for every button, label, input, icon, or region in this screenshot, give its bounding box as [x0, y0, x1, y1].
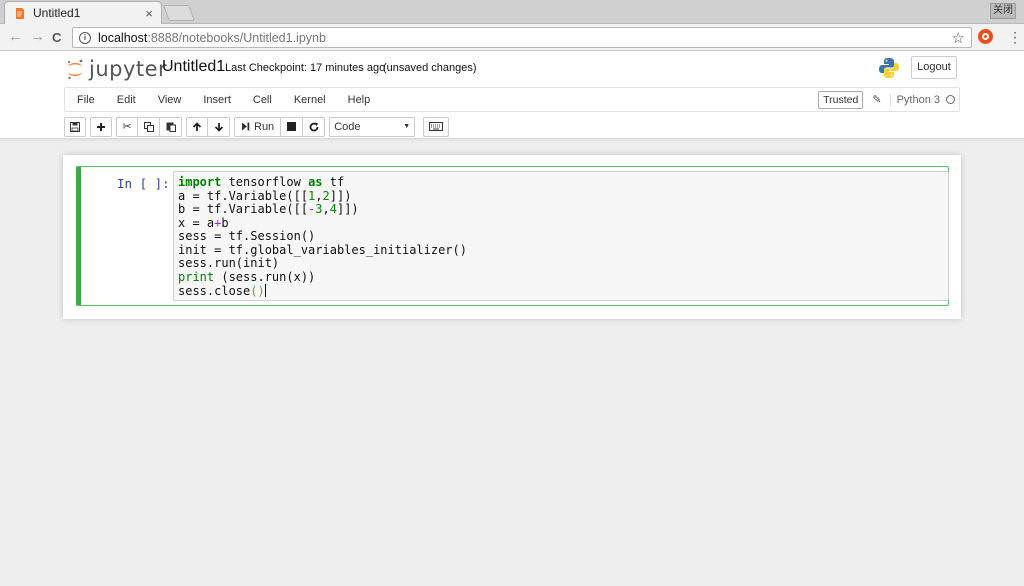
text-cursor	[264, 284, 266, 297]
kernel-indicator-area: Trusted ✎ Python 3	[818, 88, 959, 111]
menu-insert[interactable]: Insert	[192, 94, 242, 106]
refresh-icon	[309, 122, 319, 131]
restart-button[interactable]	[303, 116, 326, 137]
bookmark-star-icon[interactable]: ☆	[952, 29, 965, 47]
paste-button[interactable]	[160, 116, 182, 137]
url-input[interactable]: i localhost:8888/notebooks/Untitled1.ipy…	[72, 27, 972, 48]
notebook-menubar: File Edit View Insert Cell Kernel Help T…	[64, 87, 960, 112]
code-line-8: print (sess.run(x))	[178, 269, 316, 284]
menu-kernel[interactable]: Kernel	[283, 94, 337, 106]
logout-button[interactable]: Logout	[911, 56, 957, 79]
stop-icon	[287, 122, 297, 131]
jupyter-favicon-icon	[15, 7, 25, 20]
back-icon[interactable]: ←	[8, 28, 23, 46]
autosave-status: (unsaved changes)	[383, 62, 477, 74]
pencil-icon[interactable]: ✎	[872, 93, 881, 106]
code-cell[interactable]: In [ ]: import tensorflow as tf a = tf.V…	[76, 166, 949, 306]
code-line-4: x = a+b	[178, 215, 229, 230]
window-close-button[interactable]: 关闭	[990, 3, 1016, 19]
run-button[interactable]: Run	[234, 116, 282, 137]
menu-edit[interactable]: Edit	[106, 94, 147, 106]
menu-cell[interactable]: Cell	[242, 94, 283, 106]
code-line-2: a = tf.Variable([[1,2]])	[178, 188, 352, 203]
scissors-icon: ✂	[122, 121, 132, 133]
notebook-name[interactable]: Untitled1	[162, 58, 225, 76]
jupyter-header: jupyter Untitled1 Last Checkpoint: 17 mi…	[0, 51, 1024, 139]
interrupt-button[interactable]	[281, 116, 304, 137]
python-logo-icon	[878, 57, 900, 79]
jupyter-logo-icon	[66, 58, 84, 80]
chevron-down-icon: ▼	[403, 123, 411, 130]
code-editor[interactable]: import tensorflow as tf a = tf.Variable(…	[173, 171, 949, 301]
new-tab-button[interactable]	[163, 5, 195, 21]
cut-button[interactable]: ✂	[116, 116, 138, 137]
forward-icon[interactable]: →	[30, 28, 45, 46]
code-line-5: sess = tf.Session()	[178, 229, 316, 243]
paste-icon	[166, 122, 176, 132]
tab-close-icon[interactable]: ×	[141, 6, 157, 21]
arrow-down-icon	[214, 122, 223, 132]
code-line-9: sess.close()	[178, 284, 266, 298]
menu-file[interactable]: File	[65, 94, 106, 106]
notebook-container: In [ ]: import tensorflow as tf a = tf.V…	[63, 155, 961, 319]
insert-cell-button[interactable]	[90, 116, 112, 137]
save-button[interactable]	[64, 116, 86, 137]
url-path: :8888/notebooks/Untitled1.ipynb	[147, 30, 326, 45]
browser-tabstrip: Untitled1 × 关闭	[0, 0, 1024, 24]
browser-tab[interactable]: Untitled1 ×	[4, 1, 162, 24]
checkpoint-status: Last Checkpoint: 17 minutes ago	[225, 62, 386, 74]
plus-icon	[97, 122, 105, 131]
command-palette-button[interactable]	[423, 116, 450, 137]
code-line-3: b = tf.Variable([[-3,4]])	[178, 202, 359, 216]
code-line-7: sess.run(init)	[178, 256, 280, 270]
run-label: Run	[254, 120, 275, 133]
menu-view[interactable]: View	[147, 94, 193, 106]
notebook-toolbar: ✂ Run Code ▼	[64, 116, 453, 137]
save-icon	[70, 121, 80, 132]
jupyter-logo[interactable]: jupyter	[66, 57, 167, 81]
copy-button[interactable]	[138, 116, 160, 137]
input-prompt: In [ ]:	[117, 176, 170, 191]
move-down-button[interactable]	[208, 116, 230, 137]
step-forward-icon	[242, 122, 250, 131]
copy-icon	[143, 121, 154, 132]
cell-type-value: Code	[334, 120, 361, 133]
keyboard-icon	[429, 122, 444, 131]
tab-title: Untitled1	[33, 6, 81, 20]
extension-icon[interactable]	[978, 29, 993, 44]
info-icon[interactable]: i	[79, 31, 91, 44]
code-line-6: init = tf.global_variables_initializer()	[178, 242, 467, 257]
url-host: localhost	[98, 30, 148, 45]
menu-help[interactable]: Help	[337, 94, 382, 106]
browser-toolbar: ← → C i localhost:8888/notebooks/Untitle…	[0, 24, 1024, 51]
move-up-button[interactable]	[186, 116, 208, 137]
kernel-name: Python 3	[889, 93, 940, 106]
jupyter-logo-text: jupyter	[89, 57, 168, 81]
arrow-up-icon	[192, 121, 202, 131]
code-line-1: import tensorflow as tf	[178, 175, 345, 189]
browser-menu-icon[interactable]: ⋮	[1008, 28, 1022, 46]
kernel-status-icon	[946, 95, 955, 104]
trusted-badge[interactable]: Trusted	[818, 90, 864, 109]
cell-type-select[interactable]: Code ▼	[329, 116, 416, 137]
reload-icon[interactable]: C	[52, 29, 61, 47]
